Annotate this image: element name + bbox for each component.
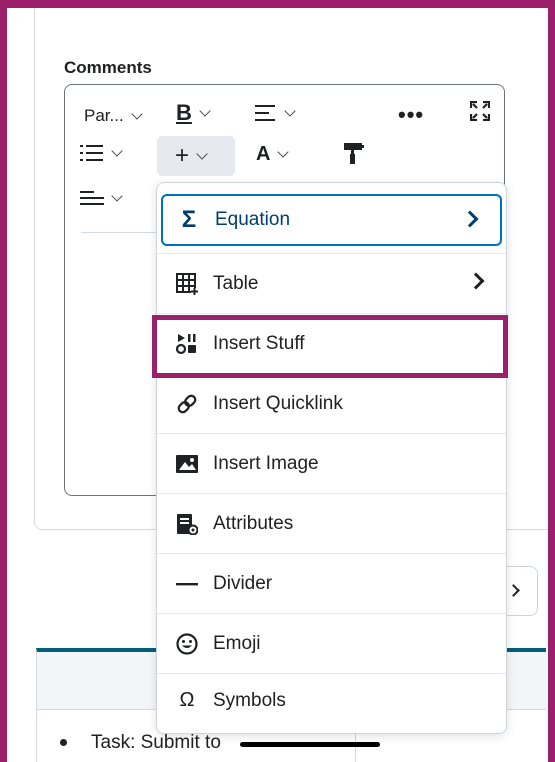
task-item: Task: Submit to <box>60 732 221 754</box>
menu-item-label: Divider <box>213 572 273 594</box>
plus-icon: + <box>175 142 190 169</box>
menu-item-equation[interactable]: Σ Equation <box>161 194 502 246</box>
line-spacing-dropdown[interactable] <box>80 189 123 206</box>
chevron-down-icon <box>131 107 143 120</box>
more-options-button[interactable]: ••• <box>398 102 424 128</box>
paint-roller-icon <box>344 143 364 164</box>
image-icon <box>175 452 199 476</box>
paragraph-style-label: Par... <box>84 106 124 125</box>
table-icon <box>175 272 199 296</box>
sigma-icon: Σ <box>181 206 197 233</box>
align-dropdown[interactable] <box>255 104 296 122</box>
menu-item-divider[interactable]: Divider <box>157 553 506 613</box>
emoji-icon <box>175 632 199 656</box>
menu-item-insert-quicklink[interactable]: Insert Quicklink <box>157 373 506 433</box>
chevron-down-icon <box>284 104 296 117</box>
chevron-down-icon <box>277 146 290 158</box>
fullscreen-button[interactable] <box>470 101 490 121</box>
chevron-right-icon <box>467 272 485 290</box>
bulleted-list-icon <box>80 145 103 161</box>
align-left-icon <box>255 105 275 121</box>
menu-item-label: Symbols <box>213 689 286 711</box>
task-text: Task: Submit to <box>91 732 221 753</box>
menu-item-label: Attributes <box>213 512 294 534</box>
menu-item-attributes[interactable]: Attributes <box>157 493 506 553</box>
menu-item-table[interactable]: Table <box>157 253 506 313</box>
menu-item-label: Insert Image <box>213 452 319 474</box>
home-indicator <box>240 742 380 747</box>
menu-item-label: Emoji <box>213 632 261 654</box>
list-dropdown[interactable] <box>80 144 123 162</box>
text-format-dropdown[interactable]: A <box>256 143 290 166</box>
bullet-icon <box>60 739 67 747</box>
menu-item-insert-image[interactable]: Insert Image <box>157 433 506 493</box>
font-format-icon: A <box>256 143 271 165</box>
bold-icon: B <box>176 100 192 125</box>
link-icon <box>175 392 199 416</box>
line-spacing-icon <box>80 191 104 205</box>
chevron-right-icon <box>507 584 520 597</box>
menu-item-label: Insert Quicklink <box>213 392 343 414</box>
chevron-down-icon <box>111 189 123 202</box>
chevron-down-icon <box>196 147 208 160</box>
insert-menu: Σ Equation Table Insert Stuff Insert Qui… <box>156 182 507 734</box>
comments-label: Comments <box>64 58 152 77</box>
menu-item-label: Table <box>213 272 259 294</box>
bold-dropdown[interactable]: B <box>176 100 211 126</box>
menu-item-emoji[interactable]: Emoji <box>157 613 506 673</box>
insert-stuff-highlight <box>152 315 508 378</box>
menu-item-symbols[interactable]: Ω Symbols <box>157 673 506 727</box>
paragraph-style-dropdown[interactable]: Par... <box>84 106 143 126</box>
ellipsis-icon: ••• <box>398 102 425 127</box>
insert-dropdown-button[interactable]: + <box>157 136 235 176</box>
attributes-icon <box>175 512 199 536</box>
divider-icon <box>175 572 199 596</box>
chevron-down-icon <box>199 104 211 117</box>
omega-icon: Ω <box>179 689 195 711</box>
menu-item-label: Equation <box>215 209 291 230</box>
chevron-down-icon <box>111 144 123 157</box>
chevron-right-icon <box>461 210 479 228</box>
fullscreen-icon <box>470 101 490 121</box>
format-painter-button[interactable] <box>343 142 365 164</box>
